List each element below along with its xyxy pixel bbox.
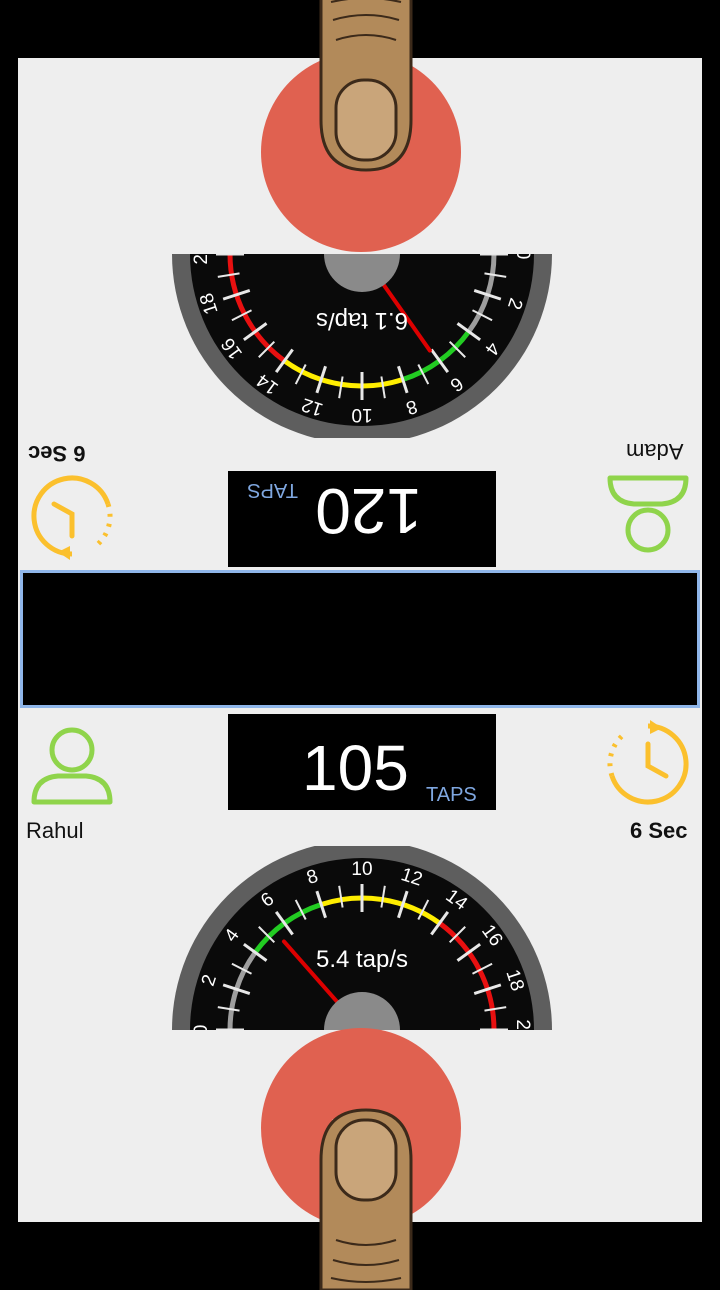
bottom-taps-unit: TAPS bbox=[426, 784, 477, 806]
gauge-tick-label: 20 bbox=[191, 254, 212, 265]
bottom-user-icon bbox=[31, 727, 113, 805]
gauge-tick-label: 0 bbox=[191, 1025, 212, 1030]
bottom-score-box: 105 TAPS bbox=[228, 714, 496, 810]
bottom-tap-count: 105 bbox=[302, 732, 409, 804]
gauge-tick-label: 10 bbox=[351, 404, 372, 425]
top-player-name: Adam bbox=[626, 439, 684, 464]
bottom-player-name: Rahul bbox=[26, 818, 84, 843]
top-score-box: 120 TAPS bbox=[228, 471, 496, 567]
bottom-speed-gauge: 02468 10 1214161820 bbox=[172, 846, 552, 1030]
bottom-timer: 6 Sec bbox=[630, 818, 688, 843]
top-clock-icon bbox=[31, 475, 113, 560]
top-user-icon bbox=[607, 475, 689, 553]
top-speed-gauge: 02468101214161820 bbox=[172, 254, 552, 438]
top-finger-image bbox=[319, 0, 413, 172]
bottom-clock-icon bbox=[607, 720, 689, 805]
gauge-tick-label: 20 bbox=[512, 1019, 533, 1030]
bottom-rate-label: 5.4 tap/s bbox=[315, 946, 409, 973]
top-taps-unit: TAPS bbox=[247, 479, 298, 501]
center-divider bbox=[20, 570, 700, 708]
gauge-tick-label: 10 bbox=[351, 859, 372, 880]
bottom-finger-image bbox=[319, 1108, 413, 1290]
top-timer: 6 Sec bbox=[28, 441, 86, 466]
gauge-tick-label: 0 bbox=[512, 254, 533, 259]
top-tap-count: 120 bbox=[315, 475, 422, 547]
top-rate-label: 6.1 tap/s bbox=[315, 307, 409, 334]
